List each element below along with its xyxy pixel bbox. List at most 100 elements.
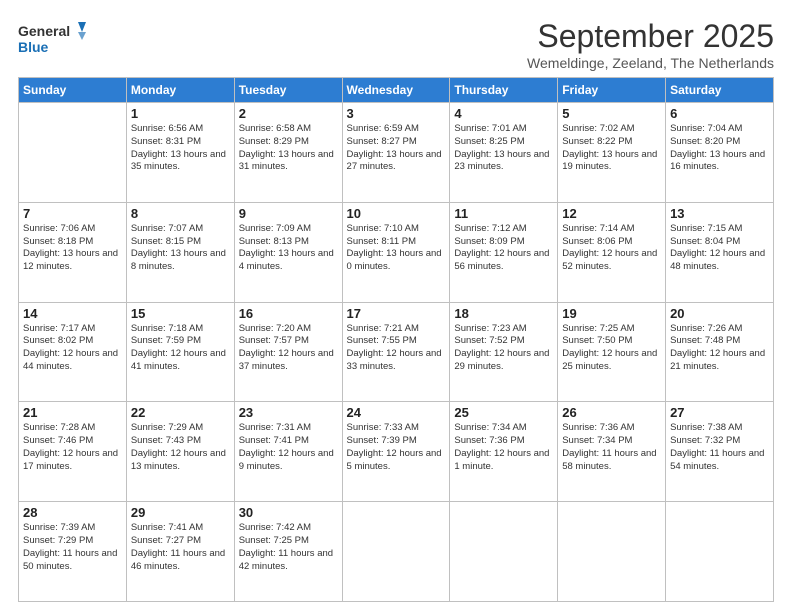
col-thursday: Thursday xyxy=(450,78,558,103)
day-number: 16 xyxy=(239,306,338,321)
calendar: Sunday Monday Tuesday Wednesday Thursday… xyxy=(18,77,774,602)
day-info: Sunrise: 7:41 AMSunset: 7:27 PMDaylight:… xyxy=(131,522,230,573)
day-number: 12 xyxy=(562,206,661,221)
day-info: Sunrise: 6:56 AMSunset: 8:31 PMDaylight:… xyxy=(131,123,230,174)
calendar-cell: 29 Sunrise: 7:41 AMSunset: 7:27 PMDayligh… xyxy=(126,502,234,602)
week-row-5: 28Sunrise: 7:39 AMSunset: 7:29 PMDayligh… xyxy=(19,502,774,602)
day-number: 5 xyxy=(562,106,661,121)
page: General Blue September 2025 Wemeldinge, … xyxy=(0,0,792,612)
day-number: 25 xyxy=(454,405,553,420)
day-number: 18 xyxy=(454,306,553,321)
week-row-3: 14 Sunrise: 7:17 AMSunset: 8:02 PMDayligh… xyxy=(19,302,774,402)
day-info: Sunrise: 6:59 AMSunset: 8:27 PMDaylight:… xyxy=(347,123,446,174)
logo: General Blue xyxy=(18,18,88,60)
day-info: Sunrise: 7:17 AMSunset: 8:02 PMDaylight:… xyxy=(23,323,122,374)
day-info: Sunrise: 7:01 AMSunset: 8:25 PMDaylight:… xyxy=(454,123,553,174)
calendar-cell: 30 Sunrise: 7:42 AMSunset: 7:25 PMDayligh… xyxy=(234,502,342,602)
day-info: Sunrise: 7:33 AMSunset: 7:39 PMDaylight:… xyxy=(347,422,446,473)
day-info: Sunrise: 7:06 AMSunset: 8:18 PMDaylight:… xyxy=(23,223,122,274)
day-number: 23 xyxy=(239,405,338,420)
calendar-cell xyxy=(450,502,558,602)
calendar-cell: 9 Sunrise: 7:09 AMSunset: 8:13 PMDaylight… xyxy=(234,202,342,302)
calendar-cell: 26 Sunrise: 7:36 AMSunset: 7:34 PMDayligh… xyxy=(558,402,666,502)
day-number: 24 xyxy=(347,405,446,420)
day-info: Sunrise: 7:28 AMSunset: 7:46 PMDaylight:… xyxy=(23,422,122,473)
calendar-cell: 23 Sunrise: 7:31 AMSunset: 7:41 PMDayligh… xyxy=(234,402,342,502)
day-info: Sunrise: 7:23 AMSunset: 7:52 PMDaylight:… xyxy=(454,323,553,374)
calendar-cell: 5Sunrise: 7:02 AMSunset: 8:22 PMDaylight… xyxy=(558,103,666,203)
day-number: 20 xyxy=(670,306,769,321)
day-info: Sunrise: 6:58 AMSunset: 8:29 PMDaylight:… xyxy=(239,123,338,174)
calendar-cell: 11 Sunrise: 7:12 AMSunset: 8:09 PMDayligh… xyxy=(450,202,558,302)
day-info: Sunrise: 7:42 AMSunset: 7:25 PMDaylight:… xyxy=(239,522,338,573)
calendar-cell: 18 Sunrise: 7:23 AMSunset: 7:52 PMDayligh… xyxy=(450,302,558,402)
day-number: 29 xyxy=(131,505,230,520)
day-number: 2 xyxy=(239,106,338,121)
month-title: September 2025 xyxy=(527,18,774,55)
calendar-cell xyxy=(342,502,450,602)
day-info: Sunrise: 7:38 AMSunset: 7:32 PMDaylight:… xyxy=(670,422,769,473)
col-saturday: Saturday xyxy=(666,78,774,103)
day-info: Sunrise: 7:34 AMSunset: 7:36 PMDaylight:… xyxy=(454,422,553,473)
day-number: 14 xyxy=(23,306,122,321)
calendar-cell: 20 Sunrise: 7:26 AMSunset: 7:48 PMDayligh… xyxy=(666,302,774,402)
day-info: Sunrise: 7:14 AMSunset: 8:06 PMDaylight:… xyxy=(562,223,661,274)
day-number: 9 xyxy=(239,206,338,221)
calendar-cell: 15 Sunrise: 7:18 AMSunset: 7:59 PMDayligh… xyxy=(126,302,234,402)
logo-svg: General Blue xyxy=(18,18,88,60)
calendar-cell: 17Sunrise: 7:21 AMSunset: 7:55 PMDayligh… xyxy=(342,302,450,402)
calendar-cell: 14 Sunrise: 7:17 AMSunset: 8:02 PMDayligh… xyxy=(19,302,127,402)
col-tuesday: Tuesday xyxy=(234,78,342,103)
calendar-cell: 16Sunrise: 7:20 AMSunset: 7:57 PMDayligh… xyxy=(234,302,342,402)
col-monday: Monday xyxy=(126,78,234,103)
day-number: 7 xyxy=(23,206,122,221)
col-wednesday: Wednesday xyxy=(342,78,450,103)
day-info: Sunrise: 7:26 AMSunset: 7:48 PMDaylight:… xyxy=(670,323,769,374)
calendar-cell xyxy=(558,502,666,602)
day-info: Sunrise: 7:29 AMSunset: 7:43 PMDaylight:… xyxy=(131,422,230,473)
calendar-cell: 10 Sunrise: 7:10 AMSunset: 8:11 PMDayligh… xyxy=(342,202,450,302)
day-number: 3 xyxy=(347,106,446,121)
calendar-cell: 2 Sunrise: 6:58 AMSunset: 8:29 PMDaylight… xyxy=(234,103,342,203)
day-info: Sunrise: 7:25 AMSunset: 7:50 PMDaylight:… xyxy=(562,323,661,374)
day-number: 6 xyxy=(670,106,769,121)
svg-text:General: General xyxy=(18,23,70,39)
day-number: 1 xyxy=(131,106,230,121)
day-number: 22 xyxy=(131,405,230,420)
day-info: Sunrise: 7:18 AMSunset: 7:59 PMDaylight:… xyxy=(131,323,230,374)
calendar-cell xyxy=(19,103,127,203)
day-number: 10 xyxy=(347,206,446,221)
subtitle: Wemeldinge, Zeeland, The Netherlands xyxy=(527,55,774,71)
week-row-4: 21 Sunrise: 7:28 AMSunset: 7:46 PMDayligh… xyxy=(19,402,774,502)
calendar-cell: 8Sunrise: 7:07 AMSunset: 8:15 PMDaylight… xyxy=(126,202,234,302)
day-info: Sunrise: 7:09 AMSunset: 8:13 PMDaylight:… xyxy=(239,223,338,274)
day-number: 11 xyxy=(454,206,553,221)
calendar-cell: 25 Sunrise: 7:34 AMSunset: 7:36 PMDayligh… xyxy=(450,402,558,502)
calendar-cell: 24 Sunrise: 7:33 AMSunset: 7:39 PMDayligh… xyxy=(342,402,450,502)
day-info: Sunrise: 7:31 AMSunset: 7:41 PMDaylight:… xyxy=(239,422,338,473)
calendar-cell: 28Sunrise: 7:39 AMSunset: 7:29 PMDayligh… xyxy=(19,502,127,602)
svg-text:Blue: Blue xyxy=(18,39,49,55)
calendar-cell: 6 Sunrise: 7:04 AMSunset: 8:20 PMDaylight… xyxy=(666,103,774,203)
calendar-cell: 21 Sunrise: 7:28 AMSunset: 7:46 PMDayligh… xyxy=(19,402,127,502)
day-number: 15 xyxy=(131,306,230,321)
day-info: Sunrise: 7:15 AMSunset: 8:04 PMDaylight:… xyxy=(670,223,769,274)
calendar-cell xyxy=(666,502,774,602)
day-number: 26 xyxy=(562,405,661,420)
calendar-cell: 12 Sunrise: 7:14 AMSunset: 8:06 PMDayligh… xyxy=(558,202,666,302)
day-number: 4 xyxy=(454,106,553,121)
calendar-cell: 1 Sunrise: 6:56 AMSunset: 8:31 PMDaylight… xyxy=(126,103,234,203)
day-info: Sunrise: 7:12 AMSunset: 8:09 PMDaylight:… xyxy=(454,223,553,274)
calendar-cell: 7 Sunrise: 7:06 AMSunset: 8:18 PMDaylight… xyxy=(19,202,127,302)
col-friday: Friday xyxy=(558,78,666,103)
week-row-2: 7 Sunrise: 7:06 AMSunset: 8:18 PMDaylight… xyxy=(19,202,774,302)
day-number: 30 xyxy=(239,505,338,520)
day-info: Sunrise: 7:39 AMSunset: 7:29 PMDaylight:… xyxy=(23,522,122,573)
day-info: Sunrise: 7:04 AMSunset: 8:20 PMDaylight:… xyxy=(670,123,769,174)
day-info: Sunrise: 7:10 AMSunset: 8:11 PMDaylight:… xyxy=(347,223,446,274)
day-number: 21 xyxy=(23,405,122,420)
day-number: 8 xyxy=(131,206,230,221)
day-info: Sunrise: 7:36 AMSunset: 7:34 PMDaylight:… xyxy=(562,422,661,473)
calendar-cell: 3 Sunrise: 6:59 AMSunset: 8:27 PMDaylight… xyxy=(342,103,450,203)
day-number: 27 xyxy=(670,405,769,420)
